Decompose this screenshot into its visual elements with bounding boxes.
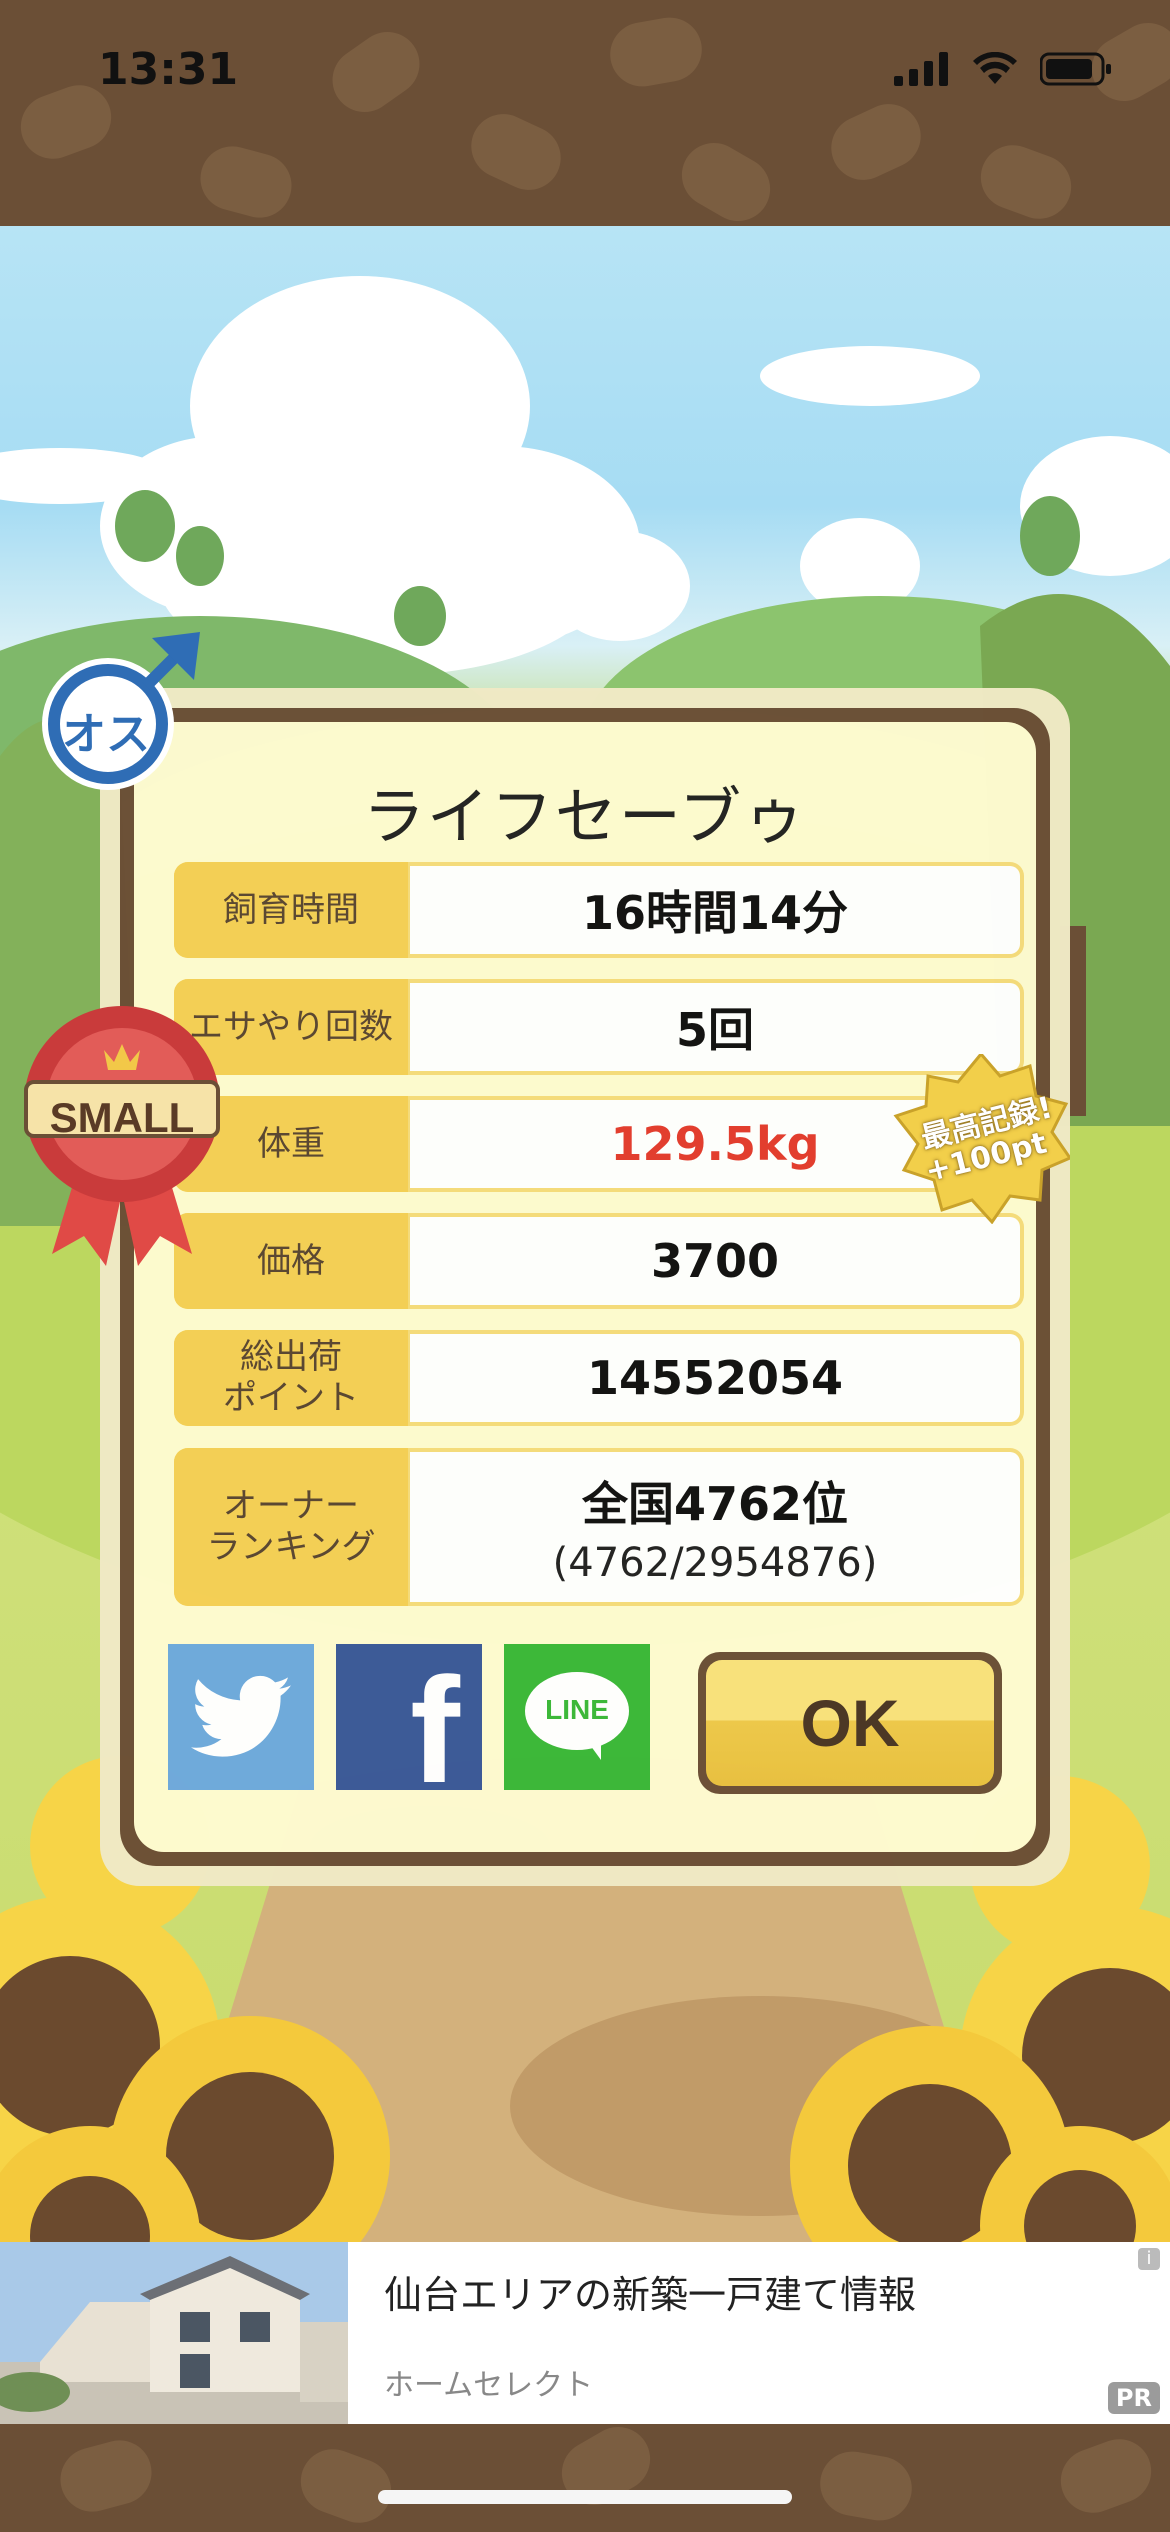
stat-row-total-points: 総出荷 ポイント 14552054 <box>174 1330 1024 1426</box>
line-icon: LINE <box>525 1672 629 1762</box>
battery-icon <box>1040 52 1111 86</box>
ad-image <box>0 2242 348 2424</box>
line-icon-label: LINE <box>545 1694 609 1725</box>
stat-value: 3700 <box>410 1217 1020 1305</box>
male-gender-badge: オス <box>40 628 206 794</box>
twitter-icon <box>191 1675 291 1757</box>
ok-button-label: OK <box>706 1660 994 1786</box>
facebook-share-button[interactable]: f <box>336 1644 482 1814</box>
size-label: SMALL <box>49 1094 195 1141</box>
dialog-frame: ライフセーブゥ 飼育時間 16時間14分 エサやり回数 5回 体重 129.5k… <box>120 708 1050 1866</box>
line-share-button[interactable]: LINE <box>504 1644 650 1790</box>
status-bar <box>0 0 1170 233</box>
bottom-area <box>0 2415 1170 2532</box>
dialog-panel: ライフセーブゥ 飼育時間 16時間14分 エサやり回数 5回 体重 129.5k… <box>134 722 1036 1852</box>
stat-value-ranking: 全国4762位 (4762/2954876) <box>410 1452 1020 1602</box>
ad-title[interactable]: 仙台エリアの新築一戸建て情報 <box>384 2264 916 2319</box>
gender-label: オス <box>62 709 150 760</box>
ok-button[interactable]: OK <box>698 1652 1002 1794</box>
stat-label: オーナー ランキング <box>174 1448 408 1606</box>
signal-icon <box>894 52 948 86</box>
stat-label: 飼育時間 <box>174 862 408 958</box>
stat-value: 14552054 <box>410 1334 1020 1422</box>
home-indicator[interactable] <box>378 2490 792 2504</box>
stat-value: 16時間14分 <box>410 866 1020 954</box>
ranking-detail: (4762/2954876) <box>552 1540 878 1586</box>
pet-name: ライフセーブゥ <box>362 780 808 853</box>
ad-sponsor: ホームセレクト <box>384 2368 594 2403</box>
twitter-share-button[interactable] <box>168 1644 314 1790</box>
ad-pr-badge: PR <box>1107 2382 1160 2414</box>
ad-info-icon[interactable]: i <box>1138 2248 1160 2270</box>
result-dialog: ライフセーブゥ 飼育時間 16時間14分 エサやり回数 5回 体重 129.5k… <box>100 688 1070 1886</box>
game-scene: ライフセーブゥ 飼育時間 16時間14分 エサやり回数 5回 体重 129.5k… <box>0 226 1170 2242</box>
status-time: 13:31 <box>98 44 239 95</box>
facebook-icon: f <box>410 1646 460 1814</box>
system-icons <box>894 52 1112 86</box>
wifi-icon <box>973 52 1017 84</box>
stat-label: 総出荷 ポイント <box>174 1330 408 1426</box>
record-badge: 最高記録! +100pt <box>892 1051 1073 1225</box>
ranking-value: 全国4762位 <box>581 1477 849 1531</box>
ad-banner[interactable]: 仙台エリアの新築一戸建て情報 ホームセレクト i PR <box>0 2242 1170 2424</box>
size-ribbon-badge: SMALL <box>22 1004 222 1274</box>
stat-row-ranking: オーナー ランキング 全国4762位 (4762/2954876) <box>174 1448 1024 1606</box>
stat-row-price: 価格 3700 <box>174 1213 1024 1309</box>
stat-row-breeding-time: 飼育時間 16時間14分 <box>174 862 1024 958</box>
